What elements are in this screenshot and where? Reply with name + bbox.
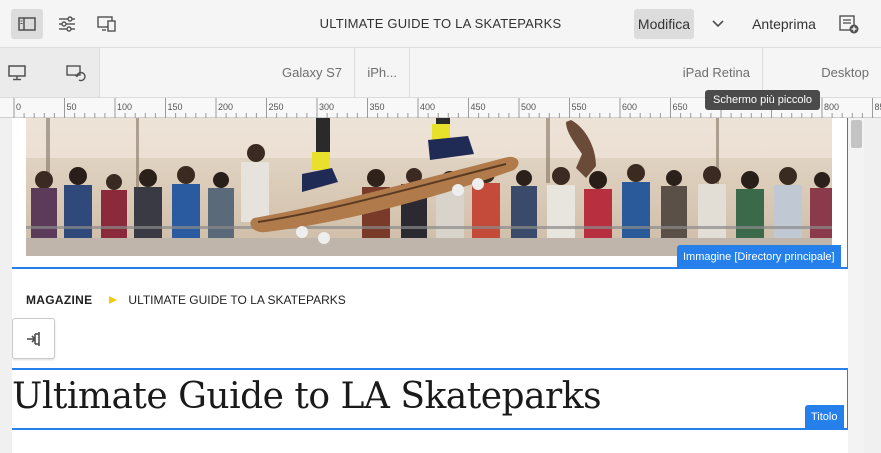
smaller-screen-tooltip: Schermo più piccolo <box>705 90 821 110</box>
breadcrumb-arrow-icon <box>109 296 118 304</box>
title-component-badge[interactable]: Titolo <box>805 405 844 429</box>
device-iphone[interactable]: iPh... <box>355 48 410 97</box>
top-toolbar: ULTIMATE GUIDE TO LA SKATEPARKS Modifica… <box>0 0 881 48</box>
ruler-tick-label: 800 <box>824 102 839 112</box>
ruler-tick-label: 500 <box>521 102 536 112</box>
rotate-device-button[interactable] <box>64 62 88 84</box>
component-toolbar-button[interactable] <box>12 318 55 359</box>
ruler-tick-label: 200 <box>218 102 233 112</box>
ruler-tick-label: 350 <box>370 102 385 112</box>
desktop-view-button[interactable] <box>5 62 29 84</box>
device-galaxy-s7[interactable]: Galaxy S7 <box>100 48 355 97</box>
preview-button[interactable]: Anteprima <box>746 9 822 39</box>
ruler-tick-label: 100 <box>117 102 132 112</box>
ruler-tick-label: 400 <box>420 102 435 112</box>
page-heading: Ultimate Guide to LA Skateparks <box>12 376 602 417</box>
ruler-tick-label: 150 <box>168 102 183 112</box>
chevron-down-icon <box>712 20 724 28</box>
rotate-device-icon <box>66 65 86 82</box>
edit-mode-button[interactable]: Modifica <box>634 9 694 39</box>
ruler-tick-label: 50 <box>67 102 77 112</box>
ruler-tick-label: 600 <box>622 102 637 112</box>
image-component-badge[interactable]: Immagine [Directory principale] <box>677 245 841 269</box>
page-info-icon <box>839 15 859 34</box>
mode-selector-dropdown[interactable] <box>708 14 728 34</box>
page-information-button[interactable] <box>836 12 862 36</box>
breadcrumb-current: ULTIMATE GUIDE TO LA SKATEPARKS <box>128 293 346 307</box>
ruler-tick-label: 250 <box>269 102 284 112</box>
ruler-tick-label: 450 <box>471 102 486 112</box>
ruler-tick-label: 850 <box>875 102 881 112</box>
ruler-tick-label: 300 <box>319 102 334 112</box>
parent-select-icon <box>26 331 40 346</box>
scrollbar-thumb[interactable] <box>851 120 862 148</box>
breadcrumb: MAGAZINE ULTIMATE GUIDE TO LA SKATEPARKS <box>26 293 346 307</box>
emulator-controls <box>0 48 100 97</box>
canvas-scrollbar[interactable] <box>848 118 864 453</box>
breadcrumb-root[interactable]: MAGAZINE <box>26 293 92 307</box>
ruler-tick-label: 0 <box>16 102 21 112</box>
desktop-icon <box>8 65 26 81</box>
ruler-tick-label: 550 <box>572 102 587 112</box>
page-canvas: Immagine [Directory principale] MAGAZINE… <box>12 118 848 453</box>
ruler-tick-label: 650 <box>673 102 688 112</box>
